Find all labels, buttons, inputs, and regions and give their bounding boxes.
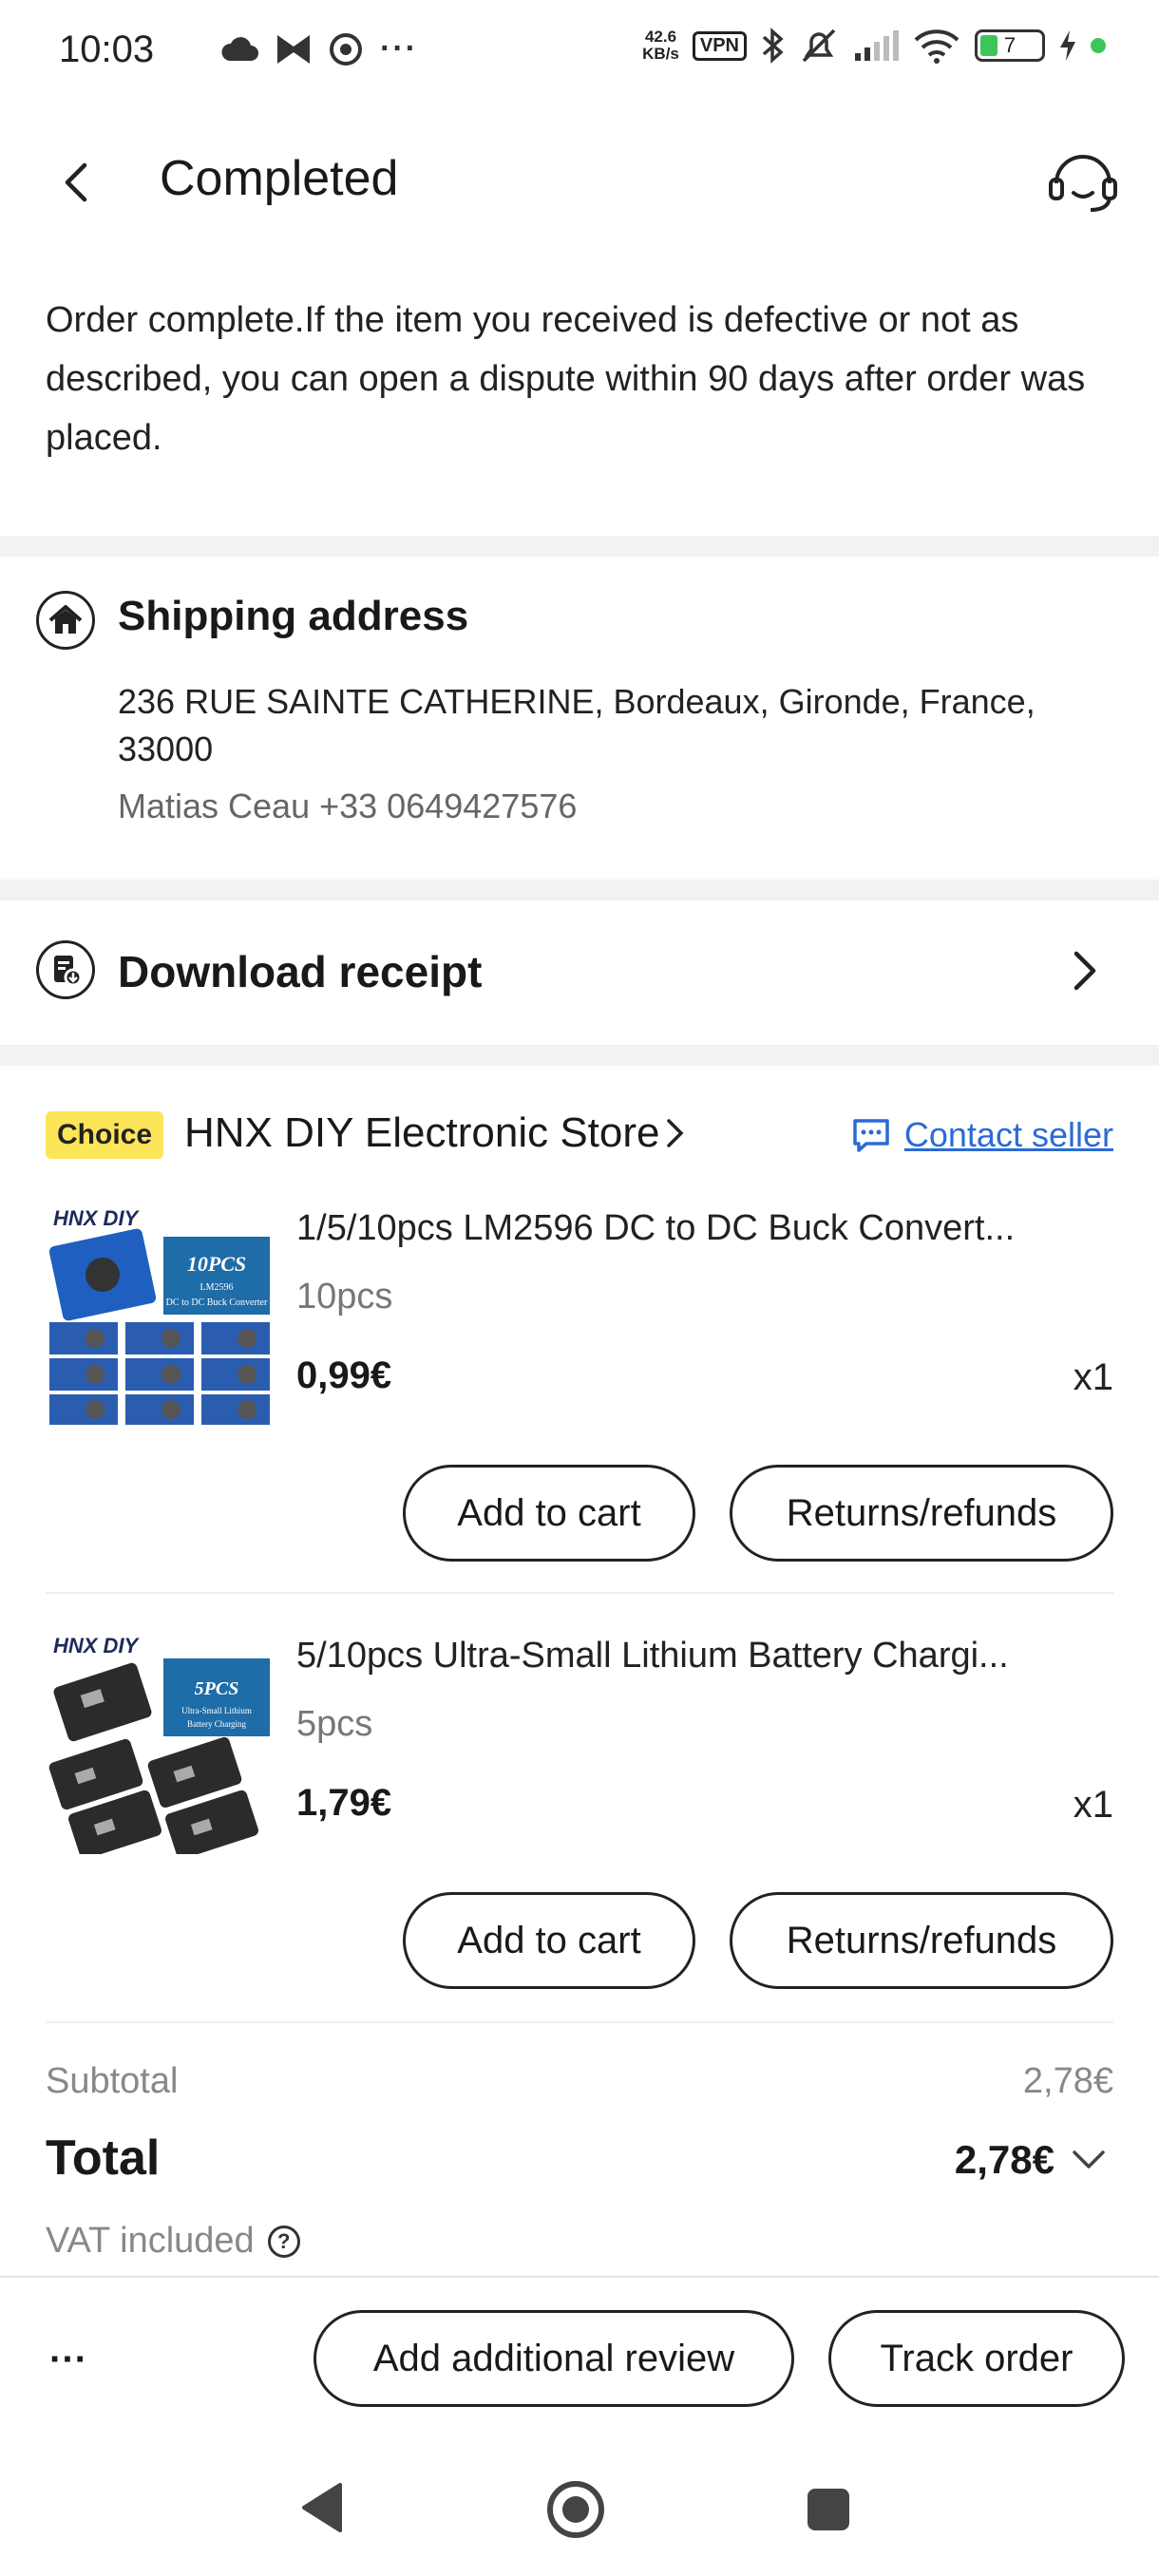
svg-text:LM2596: LM2596 xyxy=(200,1282,234,1293)
section-divider xyxy=(0,536,1159,557)
product-quantity: x1 xyxy=(1073,1356,1113,1398)
product-variant: 10pcs xyxy=(296,1277,393,1316)
more-options-button[interactable]: ··· xyxy=(42,2337,95,2382)
mute-icon xyxy=(802,28,836,63)
vat-label: VAT included xyxy=(46,2221,255,2261)
download-receipt-label: Download receipt xyxy=(118,947,483,996)
shipping-contact: Matias Ceau +33 0649427576 xyxy=(118,786,578,825)
section-divider xyxy=(0,1045,1159,1066)
cloud-icon xyxy=(221,36,258,61)
system-navigation-bar xyxy=(0,2451,1159,2576)
item-divider xyxy=(46,1592,1113,1594)
order-item: HNX DIY 5PCS Ultra-Small Lithium Battery… xyxy=(0,1626,1159,2025)
home-circle-icon xyxy=(562,2496,589,2523)
wifi-icon xyxy=(914,29,960,64)
add-to-cart-button[interactable]: Add to cart xyxy=(403,1465,695,1562)
store-name: HNX DIY Electronic Store xyxy=(184,1109,660,1156)
help-icon[interactable]: ? xyxy=(267,2225,300,2258)
add-additional-review-button[interactable]: Add additional review xyxy=(314,2310,794,2407)
charging-icon xyxy=(1060,30,1075,61)
header: Completed xyxy=(0,114,1159,247)
headset-icon xyxy=(1049,155,1117,212)
track-order-button[interactable]: Track order xyxy=(828,2310,1125,2407)
product-variant: 5pcs xyxy=(296,1704,373,1744)
app-m-icon xyxy=(277,34,310,64)
product-name[interactable]: 5/10pcs Ultra-Small Lithium Battery Char… xyxy=(296,1636,1113,1676)
product-price: 1,79€ xyxy=(296,1782,392,1824)
bottom-bar-divider xyxy=(0,2276,1159,2278)
privacy-indicator xyxy=(1091,38,1106,53)
back-button[interactable] xyxy=(46,152,106,213)
svg-text:HNX DIY: HNX DIY xyxy=(53,1634,141,1657)
more-notifications-icon: ··· xyxy=(380,30,418,66)
download-receipt-row[interactable]: Download receipt xyxy=(0,912,1159,1030)
product-name[interactable]: 1/5/10pcs LM2596 DC to DC Buck Convert..… xyxy=(296,1208,1113,1249)
shipping-address: 236 RUE SAINTE CATHERINE, Bordeaux, Giro… xyxy=(118,682,1036,768)
total-label: Total xyxy=(46,2131,161,2186)
chevron-down-icon xyxy=(1073,2150,1105,2169)
svg-text:Ultra-Small Lithium: Ultra-Small Lithium xyxy=(181,1706,252,1715)
store-name-link[interactable]: HNX DIY Electronic Store xyxy=(184,1109,686,1157)
system-icons: 42.6 KB/s VPN 7 xyxy=(642,27,1106,65)
customer-service-button[interactable] xyxy=(1045,144,1121,220)
status-bar: 10:03 ··· 42.6 KB/s VPN 7 xyxy=(0,0,1159,99)
order-item: HNX DIY 10PCS LM2596 DC to DC Buck Conve… xyxy=(0,1199,1159,1598)
vpn-icon: VPN xyxy=(692,30,747,61)
subtotal-label: Subtotal xyxy=(46,2061,179,2101)
notification-icons: ··· xyxy=(220,30,418,67)
svg-text:DC to DC Buck Converter: DC to DC Buck Converter xyxy=(166,1297,268,1308)
choice-badge: Choice xyxy=(46,1111,164,1159)
returns-refunds-button[interactable]: Returns/refunds xyxy=(730,1465,1113,1562)
order-complete-notice: Order complete.If the item you received … xyxy=(46,300,1086,458)
product-thumbnail[interactable]: HNX DIY 10PCS LM2596 DC to DC Buck Conve… xyxy=(46,1199,274,1427)
add-to-cart-button[interactable]: Add to cart xyxy=(403,1892,695,1989)
network-speed: 42.6 KB/s xyxy=(642,28,679,63)
total-toggle[interactable]: 2,78€ xyxy=(955,2137,1106,2183)
nav-home-button[interactable] xyxy=(547,2481,604,2538)
contact-seller-label: Contact seller xyxy=(903,1115,1113,1154)
triangle-back-icon xyxy=(302,2483,342,2532)
chevron-right-icon xyxy=(667,1119,684,1147)
signal-icon xyxy=(855,30,899,61)
section-divider xyxy=(0,880,1159,900)
contact-seller-button[interactable]: Contact seller xyxy=(851,1115,1113,1155)
svg-text:Battery Charging: Battery Charging xyxy=(187,1719,247,1729)
vat-included: VAT included ? xyxy=(46,2221,300,2262)
subtotal-value: 2,78€ xyxy=(1022,2061,1113,2101)
page-title: Completed xyxy=(160,151,399,206)
receipt-icon xyxy=(36,940,95,999)
svg-text:5PCS: 5PCS xyxy=(195,1678,239,1699)
shipping-title: Shipping address xyxy=(118,593,469,639)
svg-text:HNX DIY: HNX DIY xyxy=(53,1206,141,1230)
battery-icon: 7 xyxy=(975,29,1045,62)
chat-icon xyxy=(853,1119,889,1152)
product-quantity: x1 xyxy=(1073,1784,1113,1826)
item-divider xyxy=(46,2021,1113,2023)
sync-icon xyxy=(330,32,362,66)
total-value: 2,78€ xyxy=(954,2137,1054,2182)
svg-text:10PCS: 10PCS xyxy=(187,1252,246,1276)
home-icon xyxy=(36,591,95,650)
status-time: 10:03 xyxy=(59,28,155,70)
nav-recents-button[interactable] xyxy=(808,2489,849,2530)
product-thumbnail[interactable]: HNX DIY 5PCS Ultra-Small Lithium Battery… xyxy=(46,1626,274,1854)
nav-back-button[interactable] xyxy=(300,2481,344,2539)
chevron-right-icon xyxy=(1058,944,1112,997)
bluetooth-icon xyxy=(762,28,784,64)
chevron-left-icon xyxy=(65,162,87,202)
battery-fill xyxy=(980,35,998,56)
returns-refunds-button[interactable]: Returns/refunds xyxy=(730,1892,1113,1989)
product-price: 0,99€ xyxy=(296,1354,392,1396)
